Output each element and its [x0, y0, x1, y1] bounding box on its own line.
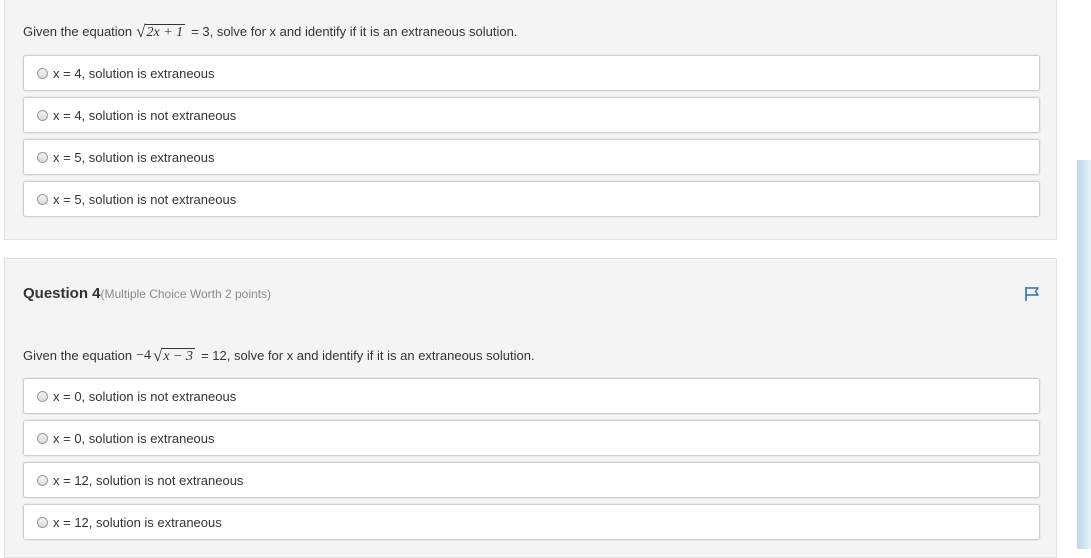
option-label: x = 0, solution is not extraneous: [53, 388, 237, 404]
flag-icon[interactable]: [1024, 286, 1040, 302]
radio-icon[interactable]: [37, 193, 48, 205]
option-label: x = 4, solution is not extraneous: [53, 107, 237, 123]
equation: −4 √ x − 3: [136, 346, 196, 365]
question-3-prompt: Given the equation √ 2x + 1 = 3, solve f…: [23, 23, 517, 40]
answer-option[interactable]: x = 0, solution is not extraneous: [23, 378, 1040, 414]
answer-option[interactable]: x = 4, solution is not extraneous: [23, 97, 1040, 133]
prompt-text-after: = 12, solve for x and identify if it is …: [201, 348, 535, 363]
radio-icon[interactable]: [37, 390, 48, 402]
option-label: x = 12, solution is not extraneous: [53, 472, 244, 488]
question-number: Question 4: [23, 285, 101, 302]
equation: √ 2x + 1: [136, 22, 186, 41]
option-label: x = 4, solution is extraneous: [53, 65, 215, 81]
answer-option[interactable]: x = 4, solution is extraneous: [23, 55, 1040, 91]
prompt-text-before: Given the equation: [23, 348, 133, 363]
coefficient: −4: [136, 348, 152, 363]
option-label: x = 5, solution is extraneous: [53, 149, 215, 165]
radio-icon[interactable]: [37, 432, 48, 444]
radicand: 2x + 1: [145, 24, 186, 40]
radio-icon[interactable]: [37, 109, 48, 121]
option-label: x = 5, solution is not extraneous: [53, 191, 237, 207]
option-label: x = 12, solution is extraneous: [53, 514, 222, 530]
radio-icon[interactable]: [37, 516, 48, 528]
radio-icon[interactable]: [37, 151, 48, 163]
answer-option[interactable]: x = 5, solution is extraneous: [23, 139, 1040, 175]
answer-option[interactable]: x = 5, solution is not extraneous: [23, 181, 1040, 217]
option-label: x = 0, solution is extraneous: [53, 430, 215, 446]
answer-option[interactable]: x = 12, solution is not extraneous: [23, 462, 1040, 498]
question-3-card: Given the equation √ 2x + 1 = 3, solve f…: [4, 0, 1057, 240]
radio-icon[interactable]: [37, 67, 48, 79]
question-4-card: Question 4(Multiple Choice Worth 2 point…: [4, 258, 1057, 558]
answer-option[interactable]: x = 0, solution is extraneous: [23, 420, 1040, 456]
question-title: Question 4(Multiple Choice Worth 2 point…: [23, 285, 271, 303]
radicand: x − 3: [162, 348, 196, 364]
scrollbar-thumb[interactable]: [1077, 160, 1091, 549]
radio-icon[interactable]: [37, 474, 48, 486]
square-root-symbol: √: [136, 22, 146, 41]
question-4-prompt: Given the equation −4 √ x − 3 = 12, solv…: [23, 347, 535, 364]
question-points: (Multiple Choice Worth 2 points): [100, 287, 272, 301]
square-root-symbol: √: [153, 346, 163, 365]
prompt-text-before: Given the equation: [23, 24, 133, 39]
prompt-text-after: = 3, solve for x and identify if it is a…: [191, 24, 518, 39]
answer-option[interactable]: x = 12, solution is extraneous: [23, 504, 1040, 540]
